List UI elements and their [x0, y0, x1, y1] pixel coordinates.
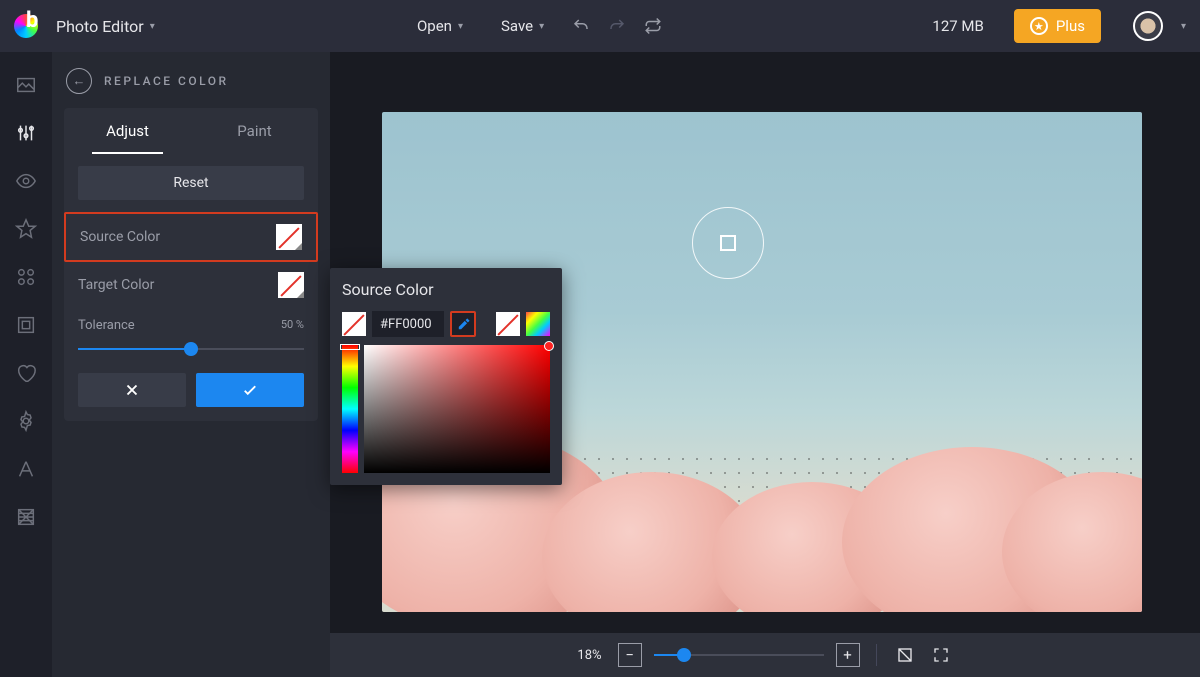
chevron-down-icon: ▾ — [1181, 21, 1186, 32]
target-color-row[interactable]: Target Color — [64, 262, 318, 308]
eyedropper-icon — [456, 317, 471, 332]
upgrade-plus-button[interactable]: ★ Plus — [1014, 9, 1101, 43]
app-switcher[interactable]: Photo Editor ▾ — [56, 17, 155, 36]
repeat-icon[interactable] — [644, 17, 662, 35]
rainbow-swatch[interactable] — [526, 312, 550, 336]
save-label: Save — [501, 17, 533, 35]
app-logo — [14, 14, 38, 38]
target-color-swatch[interactable] — [278, 272, 304, 298]
zoom-slider[interactable] — [654, 647, 824, 663]
source-color-swatch[interactable] — [276, 224, 302, 250]
visibility-tool-icon[interactable] — [15, 170, 37, 192]
memory-usage: 127 MB — [932, 17, 983, 35]
close-icon — [123, 381, 141, 399]
star-icon: ★ — [1030, 17, 1048, 35]
chevron-down-icon: ▾ — [539, 21, 544, 32]
app-header: Photo Editor ▾ Open ▾ Save ▾ 127 MB ★ Pl… — [0, 0, 1200, 52]
tolerance-label: Tolerance — [78, 318, 135, 333]
reset-button[interactable]: Reset — [78, 166, 304, 200]
panel-tabs: Adjust Paint — [64, 108, 318, 154]
tolerance-slider[interactable] — [78, 341, 304, 357]
sv-cursor — [544, 341, 554, 351]
eyedropper-sampler[interactable] — [692, 207, 764, 279]
picker-title: Source Color — [342, 280, 550, 299]
undo-icon[interactable] — [572, 17, 590, 35]
star-tool-icon[interactable] — [15, 218, 37, 240]
eyedropper-button[interactable] — [450, 311, 476, 337]
check-icon — [241, 381, 259, 399]
open-label: Open — [417, 17, 452, 35]
texture-tool-icon[interactable] — [15, 506, 37, 528]
color-picker-popover: Source Color — [330, 268, 562, 485]
fullscreen-button[interactable] — [929, 643, 953, 667]
transparent-swatch[interactable] — [496, 312, 520, 336]
frame-tool-icon[interactable] — [15, 314, 37, 336]
saturation-value-field[interactable] — [364, 345, 550, 473]
text-tool-icon[interactable] — [15, 458, 37, 480]
redo-icon[interactable] — [608, 17, 626, 35]
panel-title: REPLACE COLOR — [104, 74, 229, 88]
tool-rail — [0, 52, 52, 677]
source-color-row[interactable]: Source Color — [64, 212, 318, 262]
sampler-target-icon — [720, 235, 736, 251]
plus-label: Plus — [1056, 17, 1085, 35]
zoom-in-button[interactable]: + — [836, 643, 860, 667]
heart-tool-icon[interactable] — [15, 362, 37, 384]
open-menu[interactable]: Open ▾ — [407, 11, 473, 41]
tolerance-value: 50 % — [281, 318, 304, 333]
app-name-label: Photo Editor — [56, 17, 144, 36]
tab-paint[interactable]: Paint — [191, 108, 318, 154]
user-avatar[interactable] — [1133, 11, 1163, 41]
apply-button[interactable] — [196, 373, 304, 407]
hue-slider[interactable] — [342, 345, 358, 473]
back-button[interactable]: ← — [66, 68, 92, 94]
fit-screen-button[interactable] — [893, 643, 917, 667]
adjust-tool-icon[interactable] — [15, 122, 37, 144]
hex-input[interactable] — [372, 311, 444, 337]
image-tool-icon[interactable] — [15, 74, 37, 96]
target-color-label: Target Color — [78, 277, 154, 293]
chevron-down-icon: ▾ — [150, 21, 155, 32]
zoom-bar: 18% − + — [330, 633, 1200, 677]
source-color-label: Source Color — [80, 229, 160, 245]
zoom-out-button[interactable]: − — [618, 643, 642, 667]
save-menu[interactable]: Save ▾ — [491, 11, 554, 41]
gear-tool-icon[interactable] — [15, 410, 37, 432]
no-color-swatch[interactable] — [342, 312, 366, 336]
replace-color-panel: ← REPLACE COLOR Adjust Paint Reset Sourc… — [52, 52, 330, 677]
cancel-button[interactable] — [78, 373, 186, 407]
zoom-percent-label: 18% — [577, 648, 601, 663]
chevron-down-icon: ▾ — [458, 21, 463, 32]
tolerance-control: Tolerance 50 % — [64, 308, 318, 357]
shapes-tool-icon[interactable] — [15, 266, 37, 288]
tab-adjust[interactable]: Adjust — [64, 108, 191, 154]
